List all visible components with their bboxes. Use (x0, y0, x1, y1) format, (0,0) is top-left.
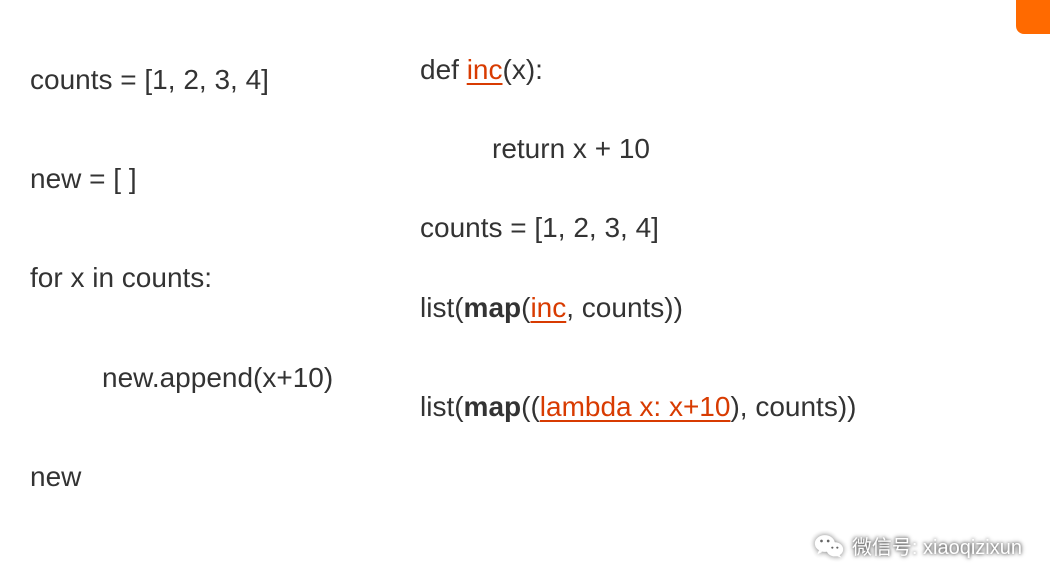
code-line: new = [ ] (30, 159, 420, 198)
code-text-error: inc (530, 292, 566, 323)
code-line: counts = [1, 2, 3, 4] (30, 60, 420, 99)
code-text: , counts)) (566, 292, 683, 323)
slide-content: counts = [1, 2, 3, 4] new = [ ] for x in… (0, 0, 1050, 588)
code-line: new (30, 457, 420, 496)
code-text: new = [ ] (30, 163, 137, 194)
code-text: def (420, 54, 467, 85)
code-text-error: inc (467, 54, 503, 85)
code-text: new (30, 461, 81, 492)
code-text: counts = [1, 2, 3, 4] (30, 64, 269, 95)
code-line: def inc(x): (420, 50, 1050, 89)
code-text: return x + 10 (492, 133, 650, 164)
code-text: (x): (503, 54, 543, 85)
code-text: list( (420, 292, 464, 323)
code-text: new.append(x+10) (102, 362, 333, 393)
code-line: new.append(x+10) (30, 358, 420, 397)
code-line: list(map((lambda x: x+10), counts)) (420, 387, 1050, 426)
left-column: counts = [1, 2, 3, 4] new = [ ] for x in… (0, 0, 420, 588)
watermark: 微信号: xiaoqizixun (814, 531, 1022, 560)
code-line: for x in counts: (30, 258, 420, 297)
code-line: list(map(inc, counts)) (420, 288, 1050, 327)
code-line: return x + 10 (420, 129, 1050, 168)
code-text-error: lambda x: x+10 (540, 391, 731, 422)
code-line: counts = [1, 2, 3, 4] (420, 208, 1050, 247)
code-text: ), counts)) (730, 391, 856, 422)
code-text-bold: map (464, 292, 522, 323)
corner-badge (1016, 0, 1050, 34)
code-text: counts = [1, 2, 3, 4] (420, 212, 659, 243)
code-text: (( (521, 391, 540, 422)
right-column: def inc(x): return x + 10 counts = [1, 2… (420, 0, 1050, 588)
code-text: list( (420, 391, 464, 422)
wechat-icon (814, 533, 844, 559)
code-text-bold: map (464, 391, 522, 422)
code-text: for x in counts: (30, 262, 212, 293)
watermark-label: 微信号: xiaoqizixun (852, 531, 1022, 560)
